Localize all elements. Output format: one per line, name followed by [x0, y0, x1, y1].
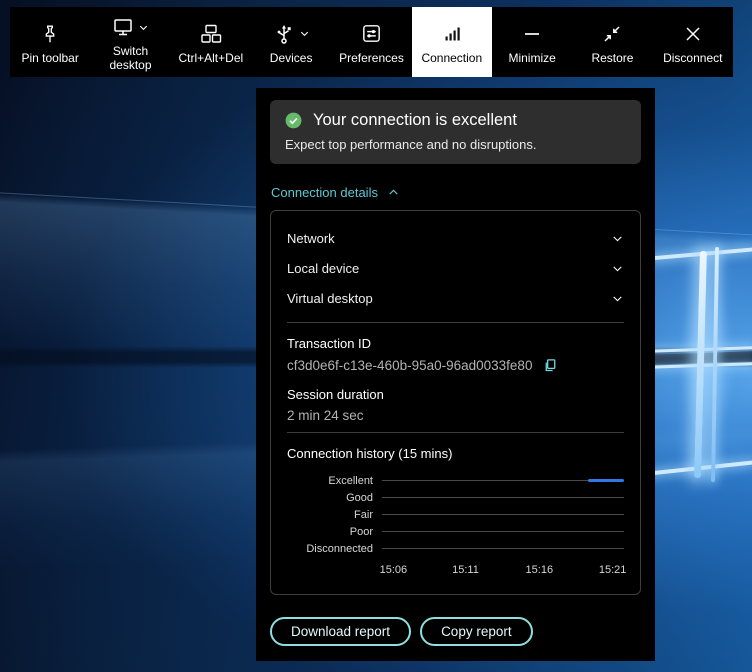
- toolbar-item-label: Devices: [270, 52, 313, 65]
- history-x-tick: 15:16: [526, 564, 554, 576]
- history-level-label: Fair: [287, 509, 382, 521]
- toolbar-item-label: Ctrl+Alt+Del: [178, 52, 243, 65]
- transaction-id-label: Transaction ID: [287, 336, 624, 351]
- minimize-icon: [520, 19, 544, 49]
- history-level-label: Disconnected: [287, 543, 382, 555]
- history-row-good: Good: [287, 489, 624, 506]
- section-label: Local device: [287, 261, 359, 276]
- usb-devices-icon: [272, 19, 310, 49]
- section-label: Virtual desktop: [287, 291, 373, 306]
- history-row-disconnected: Disconnected: [287, 540, 624, 557]
- toolbar-item-label: Minimize: [508, 52, 555, 65]
- toolbar-item-ctrl-alt-del[interactable]: Ctrl+Alt+Del: [171, 7, 251, 77]
- status-subtitle: Expect top performance and no disruption…: [285, 137, 627, 152]
- history-gridline: [382, 531, 624, 532]
- toolbar-item-label: Disconnect: [663, 52, 722, 65]
- toolbar-item-connection[interactable]: Connection: [412, 7, 492, 77]
- ctrl-alt-del-keys-icon: [199, 19, 223, 49]
- connection-status-banner: Your connection is excellent Expect top …: [270, 100, 641, 164]
- copy-report-button[interactable]: Copy report: [420, 617, 533, 646]
- history-row-excellent: Excellent: [287, 472, 624, 489]
- history-gridline: [382, 497, 624, 498]
- history-row-poor: Poor: [287, 523, 624, 540]
- history-row-fair: Fair: [287, 506, 624, 523]
- switch-desktop-icon: [111, 12, 149, 42]
- connection-details-label: Connection details: [271, 185, 378, 200]
- copy-transaction-id-button[interactable]: [542, 357, 559, 374]
- copy-icon: [542, 357, 559, 374]
- toolbar-item-minimize[interactable]: Minimize: [492, 7, 572, 77]
- toolbar-item-label: Switch desktop: [94, 45, 166, 72]
- chevron-down-icon: [299, 28, 310, 39]
- connection-history-chart: Excellent Good Fair Poor: [287, 472, 624, 578]
- check-circle-icon: [284, 111, 303, 130]
- history-data-line: [588, 479, 624, 482]
- report-buttons-row: Download report Copy report: [270, 617, 641, 646]
- history-level-label: Poor: [287, 526, 382, 538]
- preferences-sliders-icon: [360, 19, 383, 49]
- history-x-tick: 15:21: [599, 564, 627, 576]
- toolbar-item-restore[interactable]: Restore: [572, 7, 652, 77]
- toolbar-item-label: Restore: [591, 52, 633, 65]
- connection-panel: Your connection is excellent Expect top …: [256, 88, 655, 661]
- toolbar-item-switch-desktop[interactable]: Switch desktop: [90, 7, 170, 77]
- toolbar-item-label: Connection: [421, 52, 482, 65]
- history-level-label: Excellent: [287, 475, 382, 487]
- toolbar-item-disconnect[interactable]: Disconnect: [653, 7, 733, 77]
- toolbar-item-label: Preferences: [339, 52, 404, 65]
- history-x-tick: 15:11: [452, 564, 479, 576]
- toolbar-item-devices[interactable]: Devices: [251, 7, 331, 77]
- status-title: Your connection is excellent: [313, 111, 517, 130]
- connection-details-toggle[interactable]: Connection details: [271, 185, 400, 200]
- connection-details-card: Network Local device Virtual desktop Tra…: [270, 210, 641, 595]
- toolbar-item-pin-toolbar[interactable]: Pin toolbar: [10, 7, 90, 77]
- toolbar-item-preferences[interactable]: Preferences: [331, 7, 411, 77]
- signal-bars-icon: [440, 19, 464, 49]
- history-level-label: Good: [287, 492, 382, 504]
- restore-icon: [600, 19, 624, 49]
- divider: [287, 322, 624, 323]
- session-duration-label: Session duration: [287, 387, 624, 402]
- chevron-down-icon: [138, 22, 149, 33]
- section-label: Network: [287, 231, 335, 246]
- history-x-tick: 15:06: [380, 564, 408, 576]
- toolbar-item-label: Pin toolbar: [21, 52, 78, 65]
- divider: [287, 432, 624, 433]
- transaction-id-value: cf3d0e6f-c13e-460b-95a0-96ad0033fe80: [287, 358, 532, 373]
- remote-session-toolbar: Pin toolbar Switch desktop: [10, 7, 733, 77]
- history-gridline: [382, 480, 624, 481]
- section-local-device[interactable]: Local device: [287, 253, 624, 283]
- download-report-button[interactable]: Download report: [270, 617, 411, 646]
- chevron-down-icon: [611, 232, 624, 245]
- chevron-down-icon: [611, 262, 624, 275]
- section-network[interactable]: Network: [287, 223, 624, 253]
- chevron-up-icon: [387, 186, 400, 199]
- section-virtual-desktop[interactable]: Virtual desktop: [287, 283, 624, 313]
- pin-icon: [39, 19, 61, 49]
- remote-desktop-screen: Pin toolbar Switch desktop: [0, 0, 752, 672]
- history-gridline: [382, 548, 624, 549]
- history-gridline: [382, 514, 624, 515]
- chevron-down-icon: [611, 292, 624, 305]
- close-x-icon: [681, 19, 705, 49]
- session-duration-value: 2 min 24 sec: [287, 408, 624, 423]
- connection-history-title: Connection history (15 mins): [287, 446, 624, 461]
- history-x-axis: 15:06 15:11 15:16 15:21: [382, 562, 624, 578]
